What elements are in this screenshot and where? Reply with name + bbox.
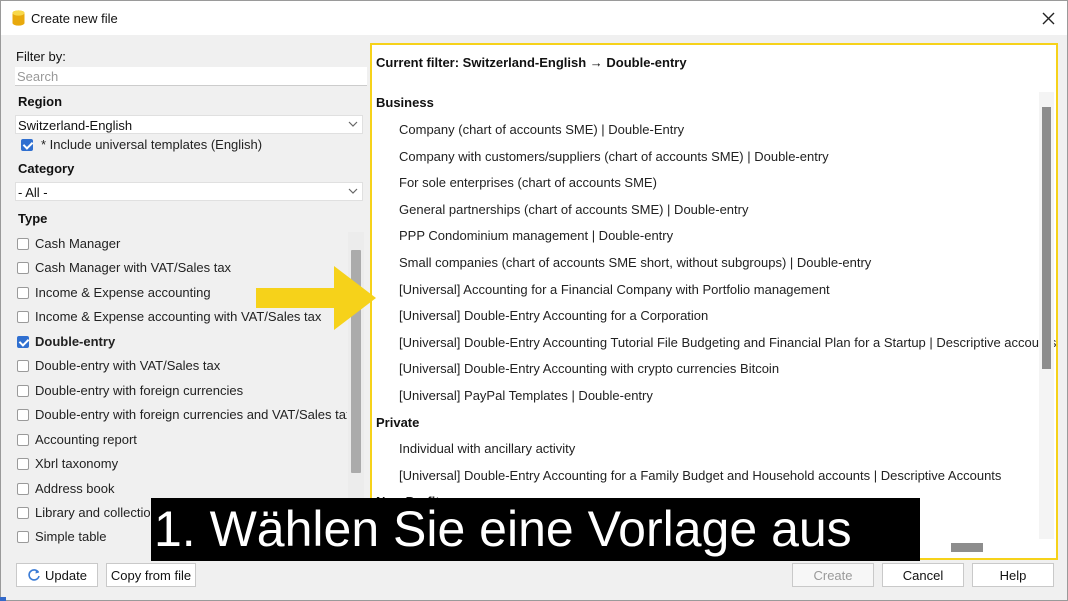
database-icon (12, 10, 25, 26)
checkbox (17, 238, 29, 250)
type-label: Address book (35, 481, 115, 496)
type-label: Accounting report (35, 432, 137, 447)
yellow-arrow-icon (256, 266, 376, 330)
type-label: Double-entry with VAT/Sales tax (35, 358, 221, 373)
template-item[interactable]: Small companies (chart of accounts SME s… (399, 255, 871, 270)
type-item[interactable]: Cash Manager (17, 234, 352, 256)
checkbox-checked (17, 336, 29, 348)
template-item[interactable]: [Universal] Double-Entry Accounting with… (399, 361, 779, 376)
universal-templates-checkbox[interactable]: * Include universal templates (English) (21, 135, 356, 157)
type-item[interactable]: Double-entry with VAT/Sales tax (17, 356, 352, 378)
create-button[interactable]: Create (792, 563, 874, 587)
template-list-panel: Current filter: Switzerland-English → Do… (370, 43, 1058, 560)
type-item[interactable]: Xbrl taxonomy (17, 454, 352, 476)
type-item[interactable]: Simple table (17, 527, 150, 549)
checkbox (17, 262, 29, 274)
checkbox (17, 507, 29, 519)
checkbox (17, 360, 29, 372)
type-label: Cash Manager (35, 236, 121, 251)
template-item[interactable]: [Universal] Double-Entry Accounting Tuto… (399, 335, 1056, 350)
type-item[interactable]: Double-entry with foreign currencies and… (17, 405, 347, 427)
taskbar-edge (0, 597, 6, 601)
group-heading-business: Business (376, 95, 434, 110)
category-value: - All - (18, 185, 48, 200)
update-label: Update (45, 567, 87, 583)
template-item[interactable]: [Universal] Accounting for a Financial C… (399, 282, 830, 297)
template-item[interactable]: [Universal] Double-Entry Accounting for … (399, 468, 1001, 483)
region-select[interactable]: Switzerland-English (15, 115, 363, 134)
type-label: Xbrl taxonomy (35, 456, 119, 471)
template-item[interactable]: Company (chart of accounts SME) | Double… (399, 122, 684, 137)
window-title: Create new file (31, 11, 118, 26)
chevron-down-icon (348, 188, 358, 194)
type-label: Simple table (35, 529, 107, 544)
template-item[interactable]: [Universal] PayPal Templates | Double-en… (399, 388, 653, 403)
title-bar: Create new file (1, 1, 1067, 35)
refresh-icon (28, 569, 40, 581)
checkbox (17, 385, 29, 397)
region-heading: Region (18, 94, 63, 109)
region-value: Switzerland-English (18, 118, 133, 133)
type-item[interactable]: Accounting report (17, 430, 352, 452)
type-label: Double-entry (35, 334, 116, 349)
template-item[interactable]: Individual with ancillary activity (399, 441, 575, 456)
template-item[interactable]: PPP Condominium management | Double-entr… (399, 228, 673, 243)
checkbox (17, 287, 29, 299)
type-item[interactable]: Double-entry with foreign currencies (17, 381, 352, 403)
category-select[interactable]: - All - (15, 182, 363, 201)
type-item-selected[interactable]: Double-entry (17, 332, 352, 354)
horizontal-scrollbar-thumb[interactable] (951, 543, 983, 552)
close-button[interactable] (1034, 4, 1062, 32)
type-label: Income & Expense accounting (35, 285, 211, 300)
checkbox (17, 458, 29, 470)
create-new-file-dialog: Create new file Filter by: Region Switze… (0, 0, 1068, 601)
copy-from-file-button[interactable]: Copy from file (106, 563, 196, 587)
filter-label: Filter by: (16, 49, 66, 64)
update-button[interactable]: Update (16, 563, 98, 587)
type-item[interactable]: Library and collections (17, 503, 150, 525)
type-label: Double-entry with foreign currencies and… (35, 407, 347, 422)
current-filter-label: Current filter: Switzerland-English → Do… (376, 55, 687, 70)
universal-templates-label: * Include universal templates (English) (41, 137, 263, 152)
type-label: Double-entry with foreign currencies (35, 383, 244, 398)
search-input[interactable] (15, 67, 367, 86)
checkbox (17, 483, 29, 495)
caption-overlay: 1. Wählen Sie eine Vorlage aus (151, 498, 920, 561)
type-label: Library and collections (35, 505, 150, 520)
template-item[interactable]: General partnerships (chart of accounts … (399, 202, 748, 217)
close-icon (1042, 12, 1054, 24)
checkbox (17, 409, 29, 421)
group-heading-private: Private (376, 415, 420, 430)
checkbox (17, 434, 29, 446)
chevron-down-icon (348, 121, 358, 127)
template-item[interactable]: Company with customers/suppliers (chart … (399, 149, 829, 164)
checkbox (17, 311, 29, 323)
help-button[interactable]: Help (972, 563, 1054, 587)
cancel-button[interactable]: Cancel (882, 563, 964, 587)
category-heading: Category (18, 161, 75, 176)
type-heading: Type (18, 211, 48, 226)
checkbox-checked (21, 139, 33, 151)
template-item[interactable]: [Universal] Double-Entry Accounting for … (399, 308, 708, 323)
type-label: Cash Manager with VAT/Sales tax (35, 260, 232, 275)
checkbox (17, 531, 29, 543)
template-item[interactable]: For sole enterprises (chart of accounts … (399, 175, 657, 190)
template-list-scrollbar-thumb[interactable] (1042, 107, 1051, 369)
